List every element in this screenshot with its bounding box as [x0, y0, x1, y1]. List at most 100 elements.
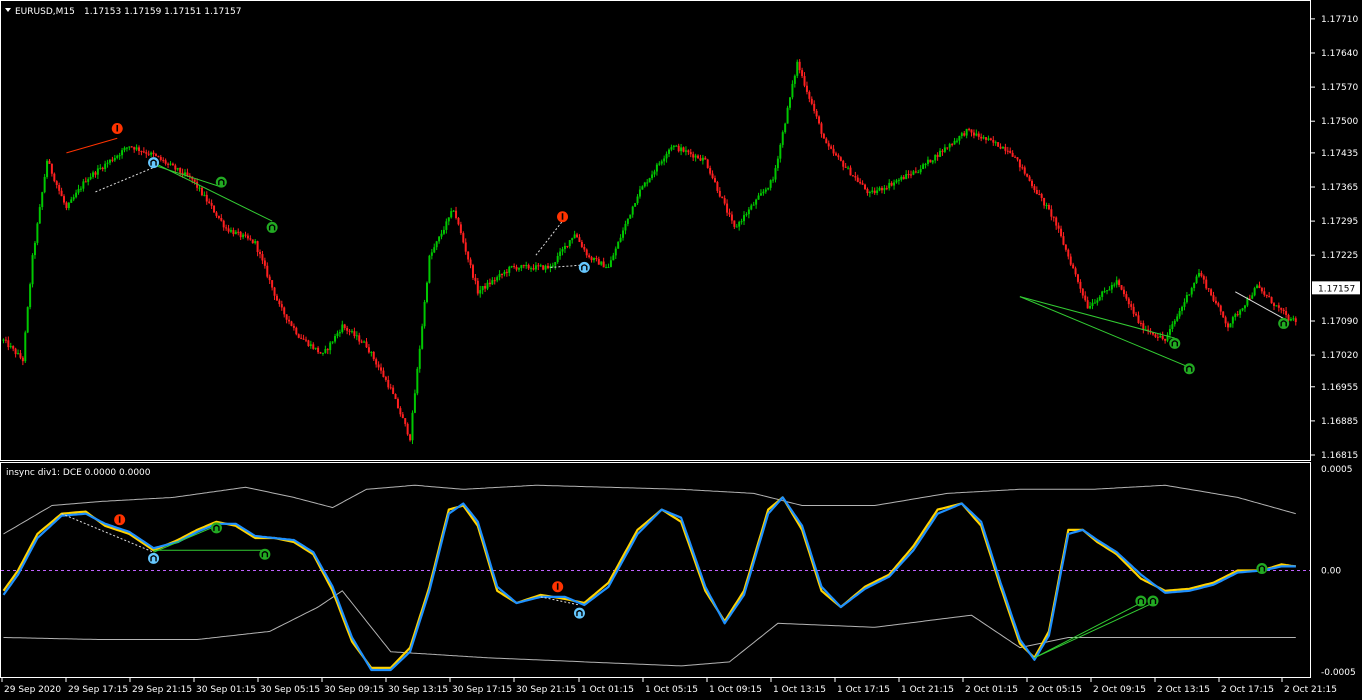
candle-body — [517, 268, 520, 270]
candle — [1125, 291, 1128, 301]
candle-body — [203, 194, 206, 196]
candle — [689, 148, 692, 158]
candle-body — [856, 177, 859, 182]
symbol-label[interactable]: EURUSD,M15 — [15, 7, 75, 17]
candle-body — [1014, 156, 1017, 158]
candle-body — [108, 159, 111, 163]
buy-signal-icon[interactable] — [1147, 595, 1159, 607]
candle-body — [597, 258, 600, 265]
candle — [17, 349, 20, 355]
candle — [740, 218, 743, 225]
candle — [851, 175, 854, 177]
candle-body — [1067, 249, 1070, 257]
candle-body — [723, 198, 726, 204]
price-tick-label: 1.16885 — [1321, 417, 1358, 427]
candle — [1202, 274, 1205, 284]
buy-signal-icon[interactable] — [148, 552, 160, 564]
candle — [396, 397, 399, 409]
candle-body — [1118, 280, 1121, 286]
candle — [1064, 244, 1067, 252]
signal-dot — [148, 552, 160, 564]
candle — [728, 208, 731, 218]
candle — [1086, 296, 1089, 309]
buy-signal-icon[interactable] — [1169, 337, 1181, 349]
indicator-band-line — [3, 590, 1296, 667]
candle — [244, 231, 247, 238]
candle-body — [1275, 305, 1278, 307]
candle — [1173, 319, 1176, 327]
buy-signal-icon[interactable] — [1278, 317, 1290, 329]
candle-body — [977, 133, 980, 137]
candle-body — [980, 136, 983, 139]
candle — [1210, 288, 1213, 297]
buy-signal-icon[interactable] — [1135, 595, 1147, 607]
candle — [1101, 290, 1104, 301]
sell-signal-icon[interactable] — [552, 581, 564, 593]
price-panel[interactable] — [2, 59, 1297, 445]
candle — [900, 175, 903, 182]
candle-body — [917, 172, 920, 174]
candle-body — [1222, 311, 1225, 318]
candle — [1033, 184, 1036, 193]
candle — [280, 300, 283, 311]
candle — [648, 177, 651, 183]
signal-dot — [1169, 337, 1181, 349]
buy-signal-icon[interactable] — [215, 176, 227, 188]
candle — [1265, 294, 1268, 299]
candle — [617, 241, 620, 249]
candle — [663, 155, 666, 166]
buy-signal-icon[interactable] — [573, 607, 585, 619]
price-tick-label: 1.17225 — [1321, 251, 1358, 261]
candle-body — [718, 190, 721, 197]
symbol-menu-triangle-icon[interactable] — [5, 8, 11, 12]
candle-body — [897, 179, 900, 181]
candle-body — [150, 152, 153, 155]
candle-body — [772, 179, 775, 181]
candle-body — [142, 151, 145, 153]
candle-body — [225, 227, 228, 229]
buy-signal-icon[interactable] — [266, 221, 278, 233]
candle — [1253, 286, 1256, 297]
buy-signal-icon[interactable] — [148, 157, 160, 169]
candle-body — [1214, 300, 1217, 304]
candle — [242, 232, 245, 240]
candle-body — [435, 241, 438, 248]
buy-signal-icon[interactable] — [210, 522, 222, 534]
buy-signal-icon[interactable] — [578, 261, 590, 273]
candle — [29, 282, 32, 310]
buy-signal-icon[interactable] — [1183, 363, 1195, 375]
candle-body — [571, 238, 574, 241]
buy-signal-icon[interactable] — [1256, 562, 1268, 574]
candle-body — [1122, 289, 1125, 295]
candle-body — [455, 210, 458, 219]
sell-signal-icon[interactable] — [111, 123, 123, 135]
candle-body — [1243, 305, 1246, 309]
candle-body — [305, 339, 307, 341]
candle-body — [334, 336, 337, 342]
candle — [14, 347, 17, 358]
sell-signal-icon[interactable] — [114, 514, 126, 526]
candle-body — [479, 290, 482, 294]
candle — [520, 264, 523, 272]
candle — [329, 341, 332, 355]
candle-body — [87, 179, 90, 182]
candle — [706, 158, 709, 169]
candle-body — [384, 377, 387, 380]
candle-body — [805, 85, 808, 92]
candle — [435, 240, 438, 251]
candle — [515, 264, 518, 272]
buy-signal-icon[interactable] — [259, 548, 271, 560]
indicator-panel[interactable] — [1, 484, 1310, 672]
trading-chart[interactable]: 1.17710 1.17640 1.17570 1.17500 1.17435 1.173… — [0, 0, 1362, 700]
candle-body — [743, 215, 746, 222]
sell-signal-icon[interactable] — [557, 211, 569, 223]
candle-body — [1004, 146, 1007, 151]
candle-body — [832, 148, 835, 154]
candle — [1004, 143, 1007, 155]
candle — [113, 154, 116, 162]
candle-body — [1035, 190, 1038, 195]
candle — [636, 194, 639, 205]
candle — [946, 147, 949, 150]
candle-body — [801, 70, 804, 77]
candle-body — [176, 167, 179, 170]
